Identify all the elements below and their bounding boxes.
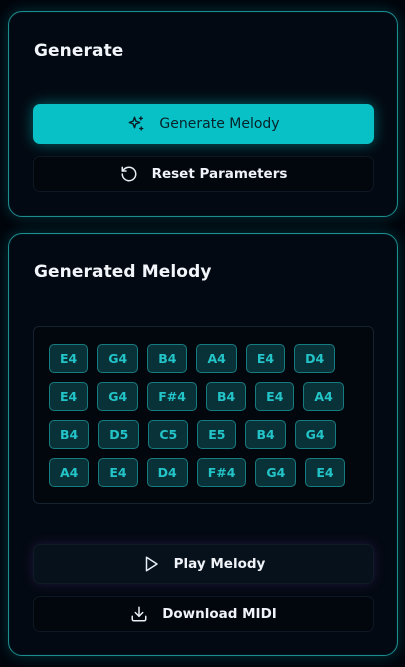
- note-chip: C5: [148, 420, 189, 449]
- note-chip: B4: [147, 344, 188, 373]
- play-melody-label: Play Melody: [173, 556, 266, 572]
- rotate-ccw-icon: [120, 165, 138, 183]
- note-row: E4 G4 F#4 B4 E4 A4: [49, 382, 353, 411]
- note-chip: B4: [245, 420, 286, 449]
- note-chip: E4: [49, 344, 89, 373]
- note-chip: A4: [196, 344, 237, 373]
- download-midi-button[interactable]: Download MIDI: [33, 596, 374, 632]
- note-row: B4 D5 C5 E5 B4 G4: [49, 420, 345, 449]
- generated-melody-card: Generated Melody E4 G4 B4 A4 E4 D4 E4 G4…: [8, 233, 398, 656]
- note-chip: A4: [303, 382, 344, 411]
- note-chip: E4: [245, 344, 286, 373]
- note-chip: E4: [49, 382, 89, 411]
- note-chip: E5: [197, 420, 237, 449]
- play-melody-button[interactable]: Play Melody: [33, 544, 374, 584]
- generated-melody-title: Generated Melody: [34, 262, 212, 282]
- reset-parameters-button[interactable]: Reset Parameters: [33, 156, 374, 192]
- note-sequence-panel: E4 G4 B4 A4 E4 D4 E4 G4 F#4 B4 E4 A4 B4 …: [33, 326, 374, 504]
- note-chip: E4: [305, 458, 345, 487]
- play-icon: [142, 555, 160, 573]
- note-chip: E4: [98, 458, 138, 487]
- sparkles-icon: [127, 115, 145, 133]
- note-chip: D5: [98, 420, 140, 449]
- download-midi-label: Download MIDI: [162, 606, 277, 622]
- note-chip: D4: [146, 458, 188, 487]
- generate-melody-label: Generate Melody: [159, 116, 280, 132]
- note-chip: E4: [255, 382, 295, 411]
- note-chip: B4: [49, 420, 90, 449]
- note-chip: F#4: [196, 458, 247, 487]
- note-chip: F#4: [147, 382, 197, 411]
- generate-melody-button[interactable]: Generate Melody: [33, 104, 374, 144]
- generate-card-title: Generate: [34, 41, 124, 61]
- note-chip: G4: [97, 382, 139, 411]
- note-chip: G4: [255, 458, 297, 487]
- download-icon: [130, 605, 148, 623]
- note-chip: A4: [49, 458, 90, 487]
- note-row: E4 G4 B4 A4 E4 D4: [49, 344, 344, 373]
- note-chip: G4: [97, 344, 139, 373]
- reset-parameters-label: Reset Parameters: [151, 166, 288, 182]
- note-chip: G4: [294, 420, 336, 449]
- note-row: A4 E4 D4 F#4 G4 E4: [49, 458, 354, 487]
- generate-card: Generate Generate Melody Reset Parameter…: [8, 11, 398, 217]
- note-chip: D4: [294, 344, 336, 373]
- note-chip: B4: [205, 382, 247, 411]
